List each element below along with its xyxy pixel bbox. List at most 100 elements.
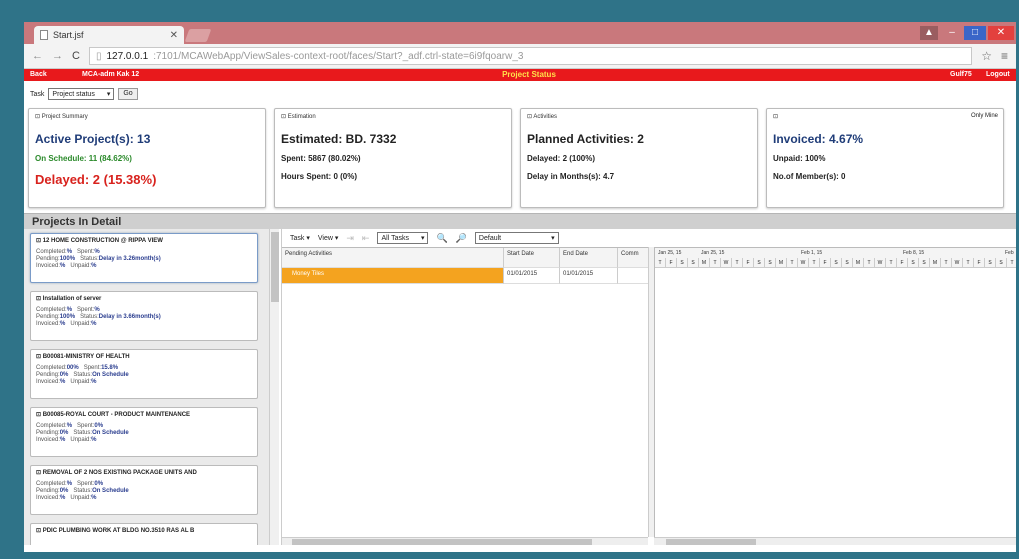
gantt-panel: Task ▾ View ▾ ⇥ ⇤ All Tasks ▾ 🔍 🔎 Default… <box>281 229 1016 545</box>
day-label: W <box>721 258 732 267</box>
active-projects: Active Project(s): 13 <box>35 132 151 146</box>
project-list-scrollbar[interactable] <box>269 229 279 545</box>
chevron-down-icon: ▾ <box>106 91 111 98</box>
maximize-button[interactable]: □ <box>964 26 986 40</box>
day-label: T <box>963 258 974 267</box>
card-header: ⊡ <box>773 114 779 120</box>
project-status: Pending:0% Status:On Schedule <box>36 488 129 494</box>
layout-select[interactable]: Default ▾ <box>474 232 559 244</box>
day-label: M <box>699 258 710 267</box>
week-label: Jan 25, 15 <box>701 250 725 256</box>
company-link[interactable]: Gulf75 <box>950 71 972 78</box>
project-stats: Completed:% Spent:% <box>36 307 100 313</box>
day-label: S <box>908 258 919 267</box>
day-label: T <box>886 258 897 267</box>
project-invoice: Invoiced:% Unpaid:% <box>36 379 97 385</box>
estimated-amount: Estimated: BD. 7332 <box>281 132 397 146</box>
star-icon[interactable]: ☆ <box>981 49 992 63</box>
reload-icon[interactable]: C <box>72 50 80 62</box>
timeline-hscrollbar[interactable] <box>654 537 1016 545</box>
project-card[interactable]: ⊡ B00085-ROYAL COURT - PRODUCT MAINTENAN… <box>30 407 258 457</box>
go-button[interactable]: Go <box>118 88 138 100</box>
spent-amount: Spent: 5867 (80.02%) <box>281 154 361 163</box>
back-icon[interactable]: ← <box>32 50 43 62</box>
project-summary-card: ⊡ Project Summary Active Project(s): 13 … <box>28 108 266 208</box>
zoom-in-icon[interactable]: 🔍 <box>436 233 447 244</box>
day-label: T <box>710 258 721 267</box>
table-row[interactable]: Money Tiles 01/01/2015 01/01/2015 <box>282 268 652 284</box>
project-card[interactable]: ⊡ B00081-MINISTRY OF HEALTH Completed:00… <box>30 349 258 399</box>
browser-tab[interactable]: Start.jsf ✕ <box>34 26 184 44</box>
only-mine-toggle[interactable]: Only Mine <box>971 113 998 119</box>
outdent-icon[interactable]: ⇤ <box>362 233 370 244</box>
page-icon: ▯ <box>95 50 102 62</box>
end-date: 01/01/2015 <box>560 268 618 284</box>
browser-window: Start.jsf ✕ ▲ – □ ✕ ← → C ▯ 127.0.0.1:71… <box>24 22 1016 552</box>
view-menu[interactable]: View ▾ <box>318 234 339 242</box>
table-hscrollbar[interactable] <box>282 537 648 545</box>
tab-strip: Start.jsf ✕ ▲ – □ ✕ <box>24 22 1016 44</box>
column-header[interactable]: End Date <box>560 248 618 268</box>
day-label: S <box>919 258 930 267</box>
scrollbar-thumb[interactable] <box>666 539 756 545</box>
table-header: Pending Activities Start Date End Date C… <box>282 248 652 268</box>
project-name: ⊡ PDIC PLUMBING WORK AT BLDG NO.3510 RAS… <box>36 528 195 534</box>
project-status: Pending:0% Status:On Schedule <box>36 372 129 378</box>
project-card[interactable]: ⊡ REMOVAL OF 2 NOS EXISTING PACKAGE UNIT… <box>30 465 258 515</box>
task-menu[interactable]: Task ▾ <box>290 234 310 242</box>
comment-cell <box>618 268 652 284</box>
project-status: Pending:0% Status:On Schedule <box>36 430 129 436</box>
day-label: W <box>798 258 809 267</box>
close-window-button[interactable]: ✕ <box>988 26 1014 40</box>
day-label: S <box>985 258 996 267</box>
page-title: Project Status <box>502 70 556 79</box>
menu-icon[interactable]: ≡ <box>1001 49 1008 63</box>
new-tab-button[interactable] <box>184 29 212 42</box>
task-select-value: Project status <box>52 90 95 98</box>
forward-icon[interactable]: → <box>52 50 63 62</box>
document-icon <box>40 30 48 40</box>
day-label: F <box>743 258 754 267</box>
project-card[interactable]: ⊡ PDIC PLUMBING WORK AT BLDG NO.3510 RAS… <box>30 523 258 545</box>
url-input[interactable]: ▯ 127.0.0.1:7101/MCAWebApp/ViewSales-con… <box>88 47 973 65</box>
day-label: T <box>809 258 820 267</box>
activities-card: ⊡ Activities Planned Activities: 2 Delay… <box>520 108 758 208</box>
indent-icon[interactable]: ⇥ <box>346 233 354 244</box>
column-header[interactable]: Start Date <box>504 248 560 268</box>
scrollbar-thumb[interactable] <box>292 539 592 545</box>
day-label: S <box>677 258 688 267</box>
minimize-button[interactable]: – <box>941 26 963 40</box>
day-label: F <box>974 258 985 267</box>
start-date: 01/01/2015 <box>504 268 560 284</box>
task-select[interactable]: Project status ▾ <box>48 88 115 100</box>
week-label: Feb 8, 15 <box>903 250 925 256</box>
on-schedule: On Schedule: 11 (84.62%) <box>35 154 132 163</box>
week-header: Jan 25, 15 Jan 25, 15 Feb 1, 15 Feb 8, 1… <box>655 248 1016 258</box>
day-label: S <box>765 258 776 267</box>
card-header: ⊡ Estimation <box>281 114 316 120</box>
project-status: Pending:100% Status:Delay in 3.26month(s… <box>36 256 161 262</box>
day-label: T <box>941 258 952 267</box>
day-label: W <box>952 258 963 267</box>
filter-select[interactable]: All Tasks ▾ <box>377 232 429 244</box>
user-icon[interactable]: ▲ <box>920 26 938 40</box>
column-header[interactable]: Comm <box>618 248 652 268</box>
activities-delayed: Delayed: 2 (100%) <box>527 154 596 163</box>
column-header[interactable]: Pending Activities <box>282 248 504 268</box>
scrollbar-thumb[interactable] <box>271 232 279 302</box>
project-name: ⊡ 12 HOME CONSTRUCTION @ RIPPA VIEW <box>36 238 163 244</box>
zoom-out-icon[interactable]: 🔎 <box>456 233 467 244</box>
back-link[interactable]: Back <box>30 71 47 78</box>
project-card[interactable]: ⊡ 12 HOME CONSTRUCTION @ RIPPA VIEW Comp… <box>30 233 258 283</box>
day-label: S <box>842 258 853 267</box>
logout-link[interactable]: Logout <box>986 71 1010 78</box>
day-label: S <box>754 258 765 267</box>
close-tab-icon[interactable]: ✕ <box>170 30 178 41</box>
task-selector-row: Task Project status ▾ Go <box>30 88 138 100</box>
project-name: ⊡ Installation of server <box>36 296 102 302</box>
chevron-down-icon: ▾ <box>420 235 425 242</box>
activity-name[interactable]: Money Tiles <box>282 268 504 284</box>
project-card[interactable]: ⊡ Installation of server Completed:% Spe… <box>30 291 258 341</box>
day-label: W <box>875 258 886 267</box>
project-name: ⊡ B00081-MINISTRY OF HEALTH <box>36 354 130 360</box>
